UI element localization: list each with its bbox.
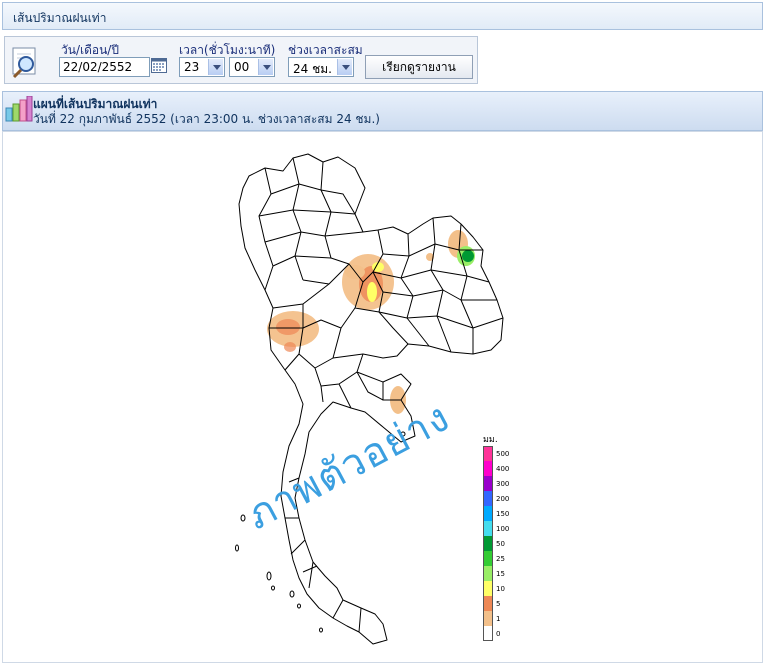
magnifier-icon <box>12 47 36 79</box>
hour-value: 23 <box>184 60 200 74</box>
minute-select[interactable]: 00 <box>229 57 275 77</box>
legend-label: 150 <box>496 510 510 518</box>
legend-swatch <box>483 551 493 566</box>
minute-value: 00 <box>234 60 250 74</box>
map-panel: ภาพตัวอย่าง <box>2 131 763 663</box>
report-controls: วัน/เดือน/ปี 22/02/2552 เวลา(ชั่วโมง:นาท… <box>4 36 478 84</box>
chevron-down-icon[interactable] <box>337 59 352 75</box>
legend-label: 100 <box>496 525 510 533</box>
map-section-subtitle: วันที่ 22 กุมภาพันธ์ 2552 (เวลา 23:00 น.… <box>33 112 380 126</box>
legend-swatch <box>483 506 493 521</box>
map-section-header: แผนที่เส้นปริมาณฝนเท่า วันที่ 22 กุมภาพั… <box>2 91 763 131</box>
period-value: 24 ชม. <box>293 62 332 76</box>
country-outline <box>238 153 504 645</box>
legend-swatch <box>483 626 493 641</box>
legend-label: 300 <box>496 480 510 488</box>
legend-label: 25 <box>496 555 505 563</box>
legend-label: 50 <box>496 540 505 548</box>
page-title: เส้นปริมาณฝนเท่า <box>13 11 107 25</box>
legend-swatch <box>483 491 493 506</box>
hour-select[interactable]: 23 <box>179 57 225 77</box>
legend-swatch <box>483 476 493 491</box>
period-select[interactable]: 24 ชม. <box>288 57 354 77</box>
legend-label: 1 <box>496 615 501 623</box>
legend-swatch <box>483 521 493 536</box>
legend-label: 500 <box>496 450 510 458</box>
legend-swatch <box>483 446 493 461</box>
legend-unit: มม. <box>483 435 498 445</box>
legend-swatch <box>483 611 493 626</box>
chevron-down-icon[interactable] <box>258 59 273 75</box>
bar-chart-icon <box>5 96 33 122</box>
legend-swatch <box>483 536 493 551</box>
date-input[interactable]: 22/02/2552 <box>59 57 150 77</box>
legend-swatch <box>483 461 493 476</box>
legend-swatch <box>483 596 493 611</box>
legend-swatch <box>483 581 493 596</box>
legend-label: 5 <box>496 600 501 608</box>
thailand-rainfall-map[interactable] <box>3 132 762 662</box>
legend-label: 15 <box>496 570 505 578</box>
legend-label: 200 <box>496 495 510 503</box>
page-header-bar: เส้นปริมาณฝนเท่า <box>2 2 763 30</box>
calendar-icon[interactable] <box>151 58 167 73</box>
rainfall-areas <box>267 230 475 414</box>
legend-swatch <box>483 566 493 581</box>
legend-label: 10 <box>496 585 505 593</box>
legend-label: 0 <box>496 630 501 638</box>
rainfall-legend: มม. 500 400 300 200 150 100 50 25 15 10 5 1 0 <box>483 432 543 652</box>
view-report-button[interactable]: เรียกดูรายงาน <box>365 55 473 79</box>
legend-label: 400 <box>496 465 510 473</box>
chevron-down-icon[interactable] <box>208 59 223 75</box>
